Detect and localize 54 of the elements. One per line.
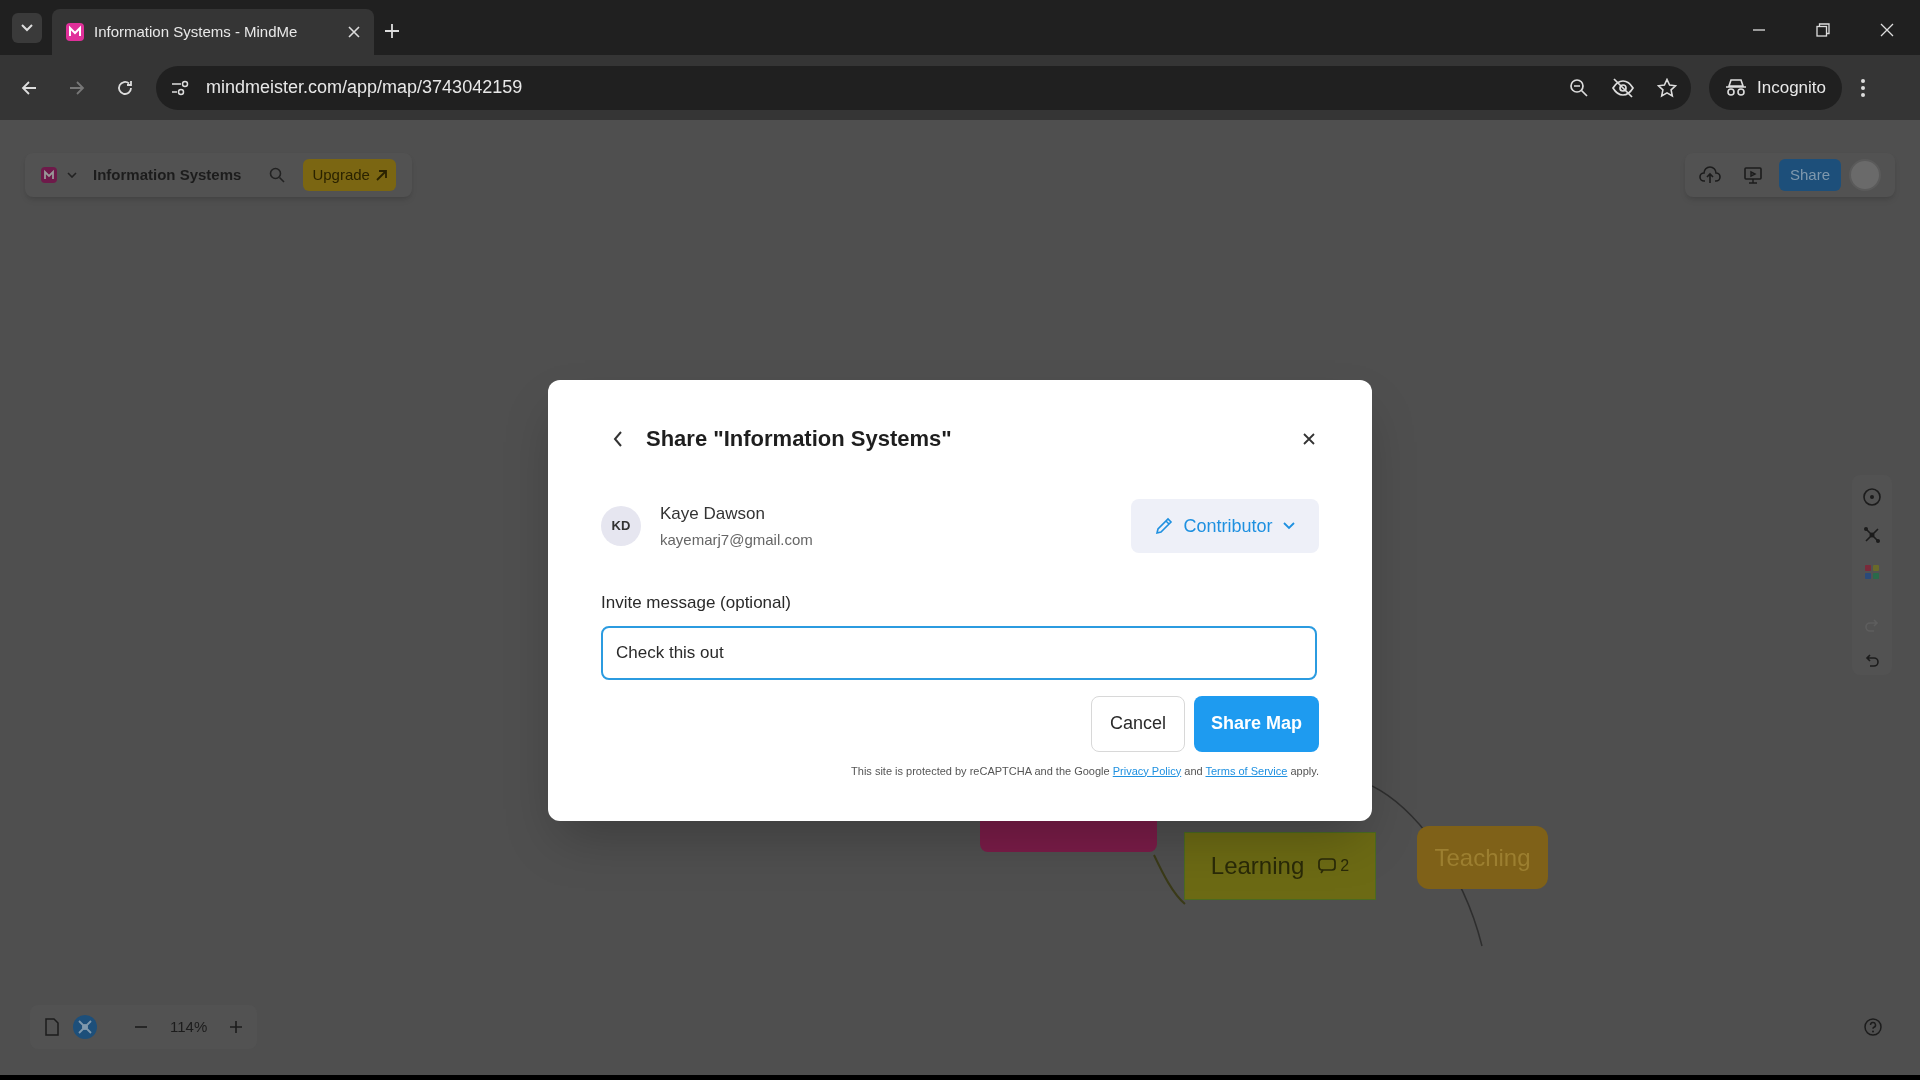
app-logo-icon xyxy=(66,23,84,41)
field-label: Invite message (optional) xyxy=(601,592,792,614)
site-settings-icon[interactable] xyxy=(170,79,190,96)
zoom-icon[interactable] xyxy=(1569,77,1589,98)
forward-icon[interactable] xyxy=(68,78,86,97)
cancel-button[interactable]: Cancel xyxy=(1090,695,1185,752)
close-icon[interactable] xyxy=(1303,432,1315,445)
presentation-icon[interactable] xyxy=(1742,166,1763,184)
user-email: kayemarj7@gmail.com xyxy=(660,529,813,550)
reload-icon[interactable] xyxy=(116,78,134,97)
cloud-upload-icon[interactable] xyxy=(1698,166,1721,184)
new-tab-icon[interactable] xyxy=(384,23,400,39)
tab-title: Information Systems - MindMe xyxy=(94,21,299,42)
star-icon[interactable] xyxy=(1657,77,1677,98)
role-dropdown[interactable]: Contributor xyxy=(1131,499,1319,553)
document-icon[interactable] xyxy=(44,1018,60,1036)
url-text: mindmeister.com/app/map/3743042159 xyxy=(206,76,524,99)
share-map-button[interactable]: Share Map xyxy=(1193,695,1319,752)
connector-line xyxy=(1153,854,1187,906)
dialog-title: Share "Information Systems" xyxy=(646,425,952,453)
map-node[interactable]: Learning 2 xyxy=(1184,832,1376,900)
arrow-up-right-icon xyxy=(375,169,387,181)
user-initials-avatar: KD xyxy=(601,506,641,546)
incognito-badge[interactable]: Incognito xyxy=(1709,65,1842,110)
tab-list-button[interactable] xyxy=(12,13,42,43)
share-button[interactable]: Share xyxy=(1778,159,1841,191)
nodes-icon[interactable] xyxy=(1863,526,1881,544)
chevron-down-icon xyxy=(1282,522,1295,530)
comment-count[interactable]: 2 xyxy=(1318,854,1350,878)
recaptcha-notice: This site is protected by reCAPTCHA and the Google Privacy Policy and Terms of Service apply. xyxy=(850,763,1319,779)
policy-link[interactable]: Terms of Service xyxy=(1205,764,1288,777)
browser-tab[interactable]: Information Systems - MindMe xyxy=(52,9,374,55)
address-bar[interactable]: mindmeister.com/app/map/3743042159 xyxy=(156,65,1691,110)
back-icon[interactable] xyxy=(20,78,38,97)
chevron-down-icon xyxy=(21,24,33,32)
chevron-down-icon[interactable] xyxy=(67,172,77,178)
upgrade-button[interactable]: Upgrade xyxy=(303,159,396,191)
back-icon[interactable] xyxy=(613,430,623,447)
app-logo-icon[interactable] xyxy=(41,167,57,183)
policy-link[interactable]: Privacy Policy xyxy=(1112,764,1182,777)
undo-icon[interactable] xyxy=(1864,653,1880,669)
add-circle-icon[interactable] xyxy=(1862,487,1882,507)
incognito-icon xyxy=(1725,78,1747,97)
restore-icon[interactable] xyxy=(1816,23,1830,37)
eye-off-icon[interactable] xyxy=(1611,77,1635,98)
invite-message-field[interactable]: Check this out xyxy=(601,625,1317,680)
comment-icon xyxy=(1318,858,1337,874)
user-name: Kaye Dawson xyxy=(660,503,766,525)
map-view-icon[interactable] xyxy=(72,1014,98,1040)
pencil-icon xyxy=(1155,517,1174,535)
search-icon[interactable] xyxy=(269,167,286,183)
menu-icon[interactable] xyxy=(1860,77,1866,98)
help-icon[interactable] xyxy=(1863,1017,1883,1037)
zoom-in-icon[interactable] xyxy=(229,1020,244,1034)
